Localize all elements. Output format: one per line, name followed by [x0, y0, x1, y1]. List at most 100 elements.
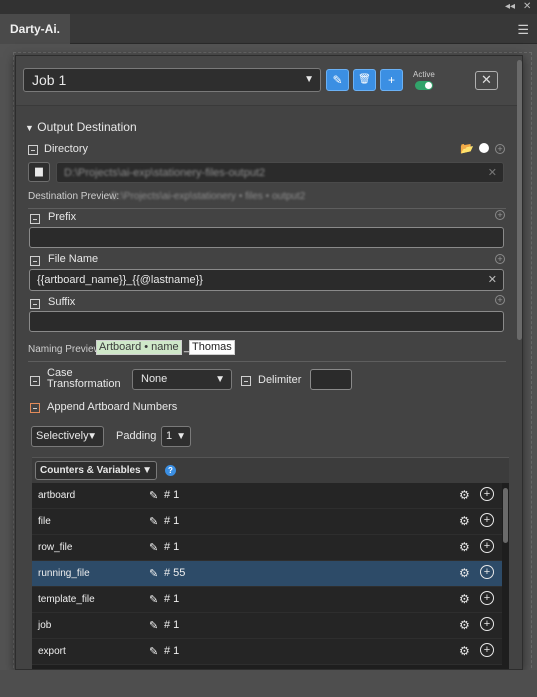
case-select[interactable]: None ▼	[132, 369, 232, 390]
filename-input[interactable]: {{artboard_name}}_{{@lastname}} ✕	[29, 269, 504, 291]
panel-footer	[0, 670, 537, 697]
add-suffix-icon[interactable]: +	[495, 295, 505, 305]
table-row[interactable]: file ✎ # 1 ⚙ +	[32, 509, 502, 535]
add-filename-icon[interactable]: +	[495, 254, 505, 264]
dialog-scrollbar[interactable]	[517, 60, 522, 340]
chevron-down-icon: ▼	[87, 431, 97, 442]
pencil-icon[interactable]: ✎	[149, 515, 158, 528]
close-icon: ✕	[481, 72, 492, 87]
delimiter-input[interactable]	[310, 369, 352, 390]
chevron-down-icon: ▼	[304, 74, 314, 85]
collapse-icon[interactable]: ◂◂	[505, 1, 515, 12]
pencil-icon[interactable]: ✎	[149, 541, 158, 554]
counter-name: export	[38, 646, 66, 657]
append-mode-select[interactable]: Selectively ▼	[31, 426, 104, 447]
clear-filename-icon[interactable]: ✕	[488, 270, 497, 290]
delimiter-collapse-icon[interactable]	[241, 376, 251, 386]
pencil-icon[interactable]: ✎	[149, 593, 158, 606]
circle-icon[interactable]	[479, 143, 489, 153]
directory-collapse-icon[interactable]	[28, 145, 38, 155]
suffix-input[interactable]	[29, 311, 504, 332]
table-scrollbar[interactable]	[503, 488, 508, 543]
counter-value: # 1	[164, 593, 180, 605]
table-row[interactable]: export ✎ # 1 ⚙ +	[32, 639, 502, 665]
append-label: Append Artboard Numbers	[47, 401, 178, 413]
counter-name: running_file	[38, 568, 90, 579]
counters-table-header: Counters & Variables ▼ ?	[32, 458, 509, 483]
counter-name: template_file	[38, 594, 95, 605]
folder-open-icon[interactable]: 📂	[460, 142, 474, 155]
panel-menu-icon[interactable]: ☰	[517, 22, 529, 38]
counter-value: # 1	[164, 645, 180, 657]
add-prefix-icon[interactable]: +	[495, 210, 505, 220]
gears-icon[interactable]: ⚙	[459, 592, 470, 606]
append-collapse-icon[interactable]	[30, 403, 40, 413]
padding-label: Padding	[116, 430, 157, 442]
table-row[interactable]: artboard ✎ # 1 ⚙ +	[32, 483, 502, 509]
suffix-label: Suffix	[48, 296, 76, 308]
counter-name: row_file	[38, 542, 73, 553]
filename-collapse-icon[interactable]	[30, 256, 40, 266]
table-row-selected[interactable]: running_file ✎ # 55 ⚙ +	[32, 561, 502, 587]
add-circle-icon[interactable]: +	[480, 643, 494, 657]
add-circle-icon[interactable]: +	[480, 591, 494, 605]
panel-tab[interactable]: Darty-Ai.	[0, 14, 71, 44]
prefix-collapse-icon[interactable]	[30, 214, 40, 224]
add-circle-icon[interactable]: +	[480, 617, 494, 631]
add-circle-icon[interactable]: +	[480, 539, 494, 553]
case-label: Case Transformation	[47, 368, 121, 390]
padding-select[interactable]: 1 ▼	[161, 426, 191, 447]
destination-preview-value: D:\Projects\ai-exp\stationery • files • …	[111, 191, 306, 202]
suffix-collapse-icon[interactable]	[30, 299, 40, 309]
directory-label: Directory	[44, 143, 89, 155]
output-destination-toggle[interactable]: ▼ Output Destination	[25, 120, 137, 134]
table-row[interactable]: job ✎ # 1 ⚙ +	[32, 613, 502, 639]
case-label-line2: Transformation	[47, 378, 121, 390]
directory-input[interactable]: D:\Projects\ai-exp\stationery-files-outp…	[56, 162, 504, 183]
panel-close-icon[interactable]: ✕	[523, 1, 531, 12]
chevron-down-icon: ▼	[176, 431, 186, 442]
counters-variables-select[interactable]: Counters & Variables ▼	[35, 461, 157, 480]
edit-job-button[interactable]: ✎	[326, 69, 349, 91]
gears-icon[interactable]: ⚙	[459, 540, 470, 554]
prefix-input[interactable]	[29, 227, 504, 248]
job-select[interactable]: Job 1 ▼	[23, 68, 321, 92]
table-row[interactable]: template_file ✎ # 1 ⚙ +	[32, 587, 502, 613]
pencil-icon[interactable]: ✎	[149, 645, 158, 658]
filename-value: {{artboard_name}}_{{@lastname}}	[37, 274, 203, 286]
counter-name: job	[38, 620, 52, 631]
active-toggle[interactable]	[415, 81, 433, 90]
gears-icon[interactable]: ⚙	[459, 514, 470, 528]
append-mode-value: Selectively	[36, 430, 89, 442]
pencil-icon[interactable]: ✎	[149, 567, 158, 580]
naming-preview-label: Naming Preview:	[28, 344, 104, 355]
active-label: Active	[413, 70, 435, 79]
counter-value: # 1	[164, 619, 180, 631]
gears-icon[interactable]: ⚙	[459, 566, 470, 580]
add-circle-icon[interactable]: +	[480, 487, 494, 501]
gears-icon[interactable]: ⚙	[459, 644, 470, 658]
browse-folder-button[interactable]: ▆	[28, 162, 50, 182]
pencil-icon[interactable]: ✎	[149, 619, 158, 632]
gears-icon[interactable]: ⚙	[459, 488, 470, 502]
triangle-down-icon: ▼	[25, 123, 34, 133]
help-icon[interactable]: ?	[165, 465, 176, 476]
clear-directory-icon[interactable]: ✕	[488, 163, 497, 183]
add-circle-icon[interactable]: +	[480, 513, 494, 527]
gears-icon[interactable]: ⚙	[459, 618, 470, 632]
toggle-knob	[425, 82, 432, 89]
add-directory-icon[interactable]: +	[495, 144, 505, 154]
counter-name: artboard	[38, 490, 76, 501]
pencil-icon[interactable]: ✎	[149, 489, 158, 502]
dialog-header: Job 1 ▼ ✎ 🗑 + Active ✕	[16, 56, 522, 106]
add-job-button[interactable]: +	[380, 69, 403, 91]
table-row[interactable]: row_file ✎ # 1 ⚙ +	[32, 535, 502, 561]
close-dialog-button[interactable]: ✕	[475, 71, 498, 90]
add-circle-icon[interactable]: +	[480, 565, 494, 579]
case-select-value: None	[141, 373, 168, 385]
chevron-down-icon: ▼	[215, 374, 225, 385]
delete-job-button[interactable]: 🗑	[353, 69, 376, 91]
counters-variables-label: Counters & Variables	[40, 465, 141, 476]
case-collapse-icon[interactable]	[30, 376, 40, 386]
divider	[28, 208, 506, 209]
